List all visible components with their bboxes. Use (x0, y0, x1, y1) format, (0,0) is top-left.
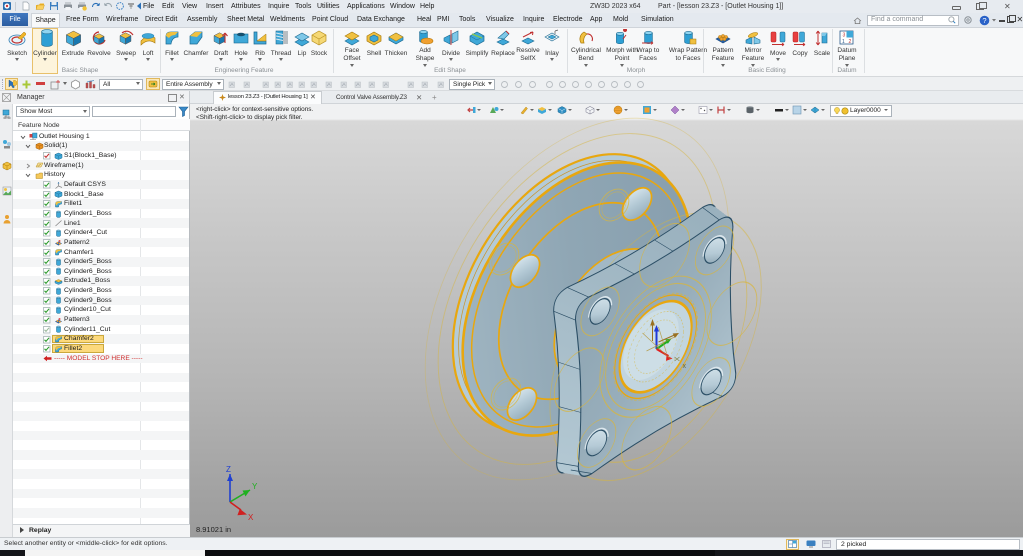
svg-text:Z: Z (226, 465, 231, 474)
svg-text:?: ? (982, 16, 986, 25)
svg-text:2: 2 (849, 39, 852, 45)
svg-text:X: X (248, 513, 254, 522)
svg-text:1: 1 (842, 39, 845, 45)
svg-text:x: x (683, 363, 687, 370)
svg-text:3: 3 (843, 33, 846, 39)
svg-text:Y: Y (252, 482, 258, 491)
